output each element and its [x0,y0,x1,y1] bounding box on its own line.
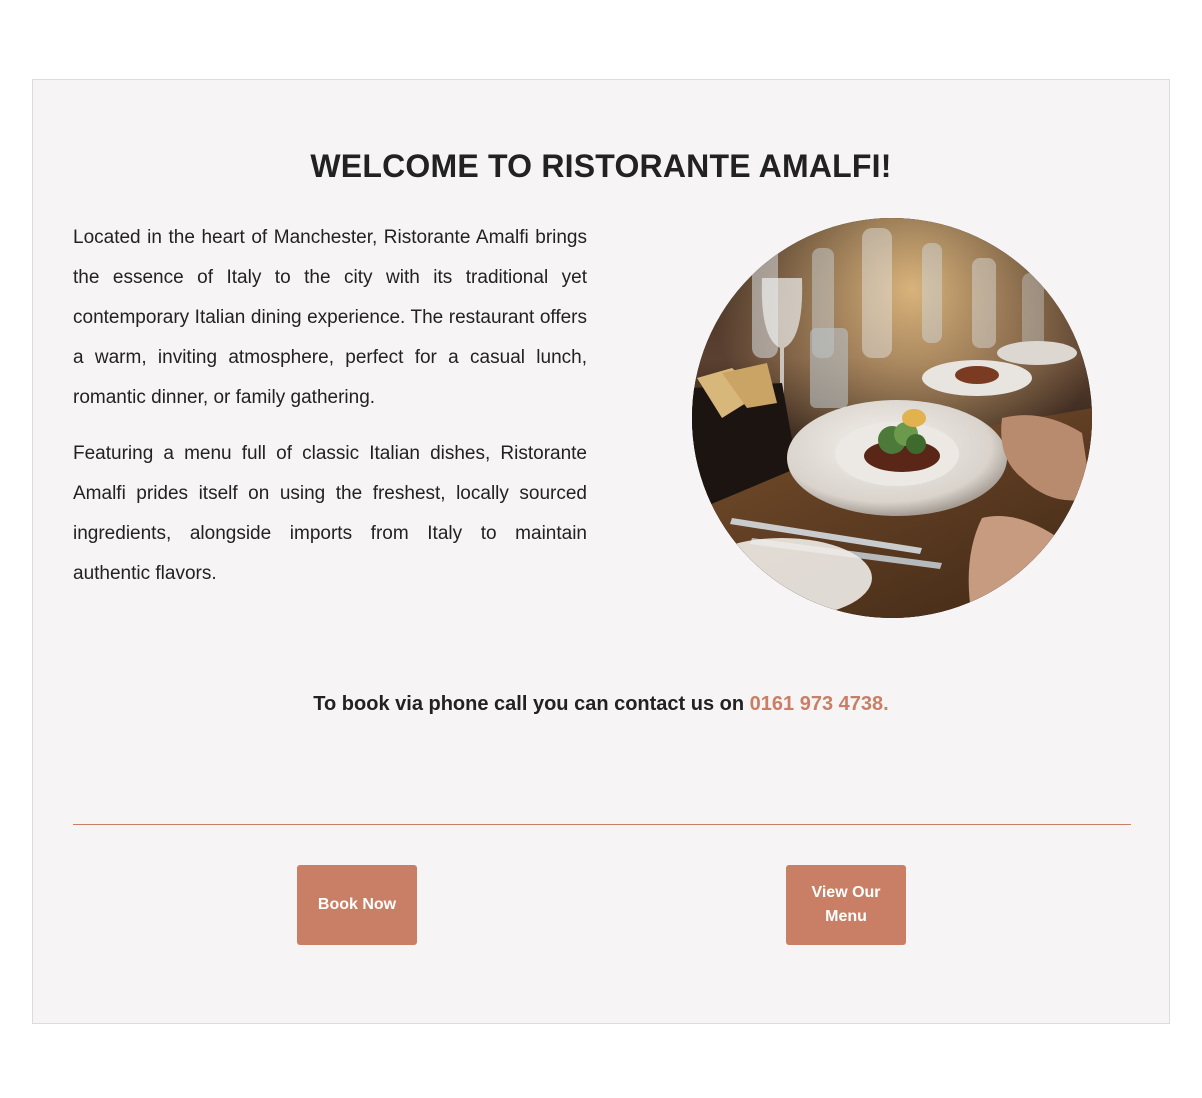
page-title: WELCOME TO RISTORANTE AMALFI! [310,148,892,184]
welcome-section: WELCOME TO RISTORANTE AMALFI! Located in… [32,79,1170,1024]
intro-paragraph-1: Located in the heart of Manchester, Rist… [73,227,587,408]
book-now-button[interactable]: Book Now [297,865,417,945]
restaurant-photo [692,218,1092,618]
phone-booking-text: To book via phone call you can contact u… [313,693,750,715]
divider [73,824,1131,825]
view-menu-button[interactable]: View Our Menu [786,865,906,945]
phone-booking-note: To book via phone call you can contact u… [33,693,1169,716]
intro-paragraph-2: Featuring a menu full of classic Italian… [73,443,587,584]
intro-text: Located in the heart of Manchester, Rist… [73,218,587,610]
phone-number[interactable]: 0161 973 4738. [750,693,889,715]
